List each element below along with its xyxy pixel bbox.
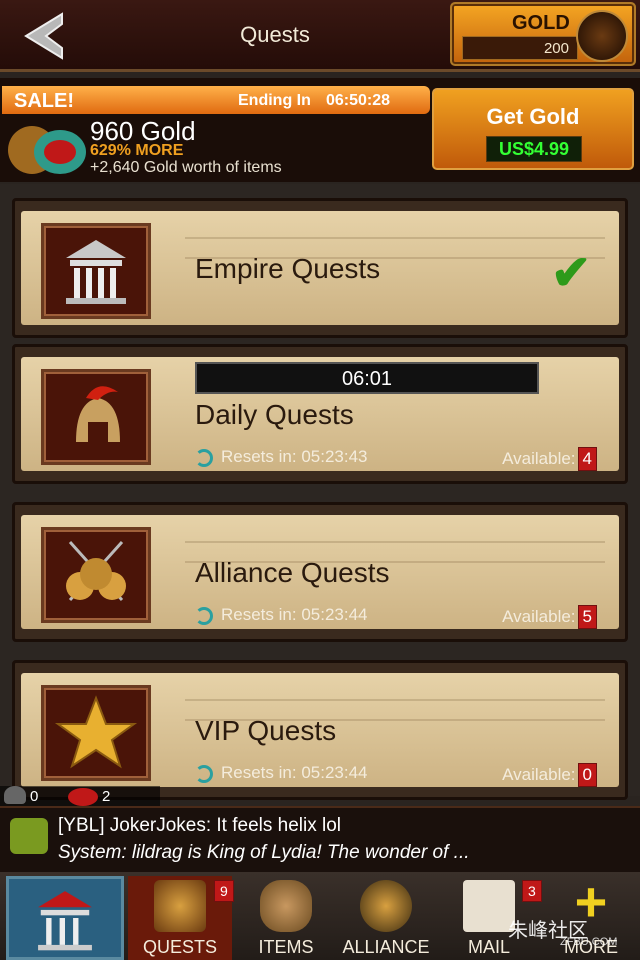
quest-title: Alliance Quests [195,557,390,588]
available-info: Available: 0 [502,763,597,787]
nav-label: ALLIANCE [342,937,430,957]
get-gold-button[interactable]: Get Gold US$4.99 [432,88,634,170]
resets-info: Resets in: 05:23:43 [195,447,368,467]
quest-timer: 06:01 [195,362,539,394]
users-icon [4,786,26,804]
get-gold-label: Get Gold [486,104,580,129]
watermark-sub: ZFBU.COM [560,936,618,948]
resets-time: 05:23:43 [301,447,368,466]
price-label: US$4.99 [486,136,582,162]
gold-treasure-icon [8,126,86,174]
spartan-helmet-quest-icon [41,369,151,465]
resets-info: Resets in: 05:23:44 [195,605,368,625]
nav-quests[interactable]: 9 QUESTS [128,876,234,960]
vip-star-icon [41,685,151,781]
chat-icon[interactable] [10,818,48,854]
alliance-shields-icon [41,527,151,623]
quest-title: Empire Quests [195,253,381,284]
spartan-helmet-icon [576,10,628,62]
resets-label: Resets in: [221,605,297,624]
resets-info: Resets in: 05:23:44 [195,763,368,783]
gold-balance-button[interactable]: GOLD 200 [450,2,636,66]
resets-label: Resets in: [221,447,297,466]
nav-alliance[interactable]: ALLIANCE [336,876,436,960]
daily-quests-card[interactable]: 06:01 Daily Quests Resets in: 05:23:43 A… [12,344,628,484]
alliance-quests-card[interactable]: Alliance Quests Resets in: 05:23:44 Avai… [12,502,628,642]
nav-items[interactable]: ITEMS [236,876,336,960]
gold-balance: 200 [462,36,578,60]
available-label: Available: [502,449,576,468]
available-info: Available: 4 [502,447,597,471]
temple-icon [41,223,151,319]
gold-label: GOLD [512,12,570,34]
empire-quests-card[interactable]: Empire Quests ✔ [12,198,628,338]
sale-tag: SALE! [14,90,74,112]
quest-title: Daily Quests [195,399,354,430]
refresh-icon [195,606,213,625]
temple-nav-icon [38,891,92,951]
bag-icon [260,880,312,932]
message-bubble-icon [68,788,98,806]
chat-line: [YBL] JokerJokes: It feels helix lol [58,815,342,836]
ending-time: 06:50:28 [326,92,391,109]
helmet-nav-icon [154,880,206,932]
available-count: 0 [577,763,597,787]
mail-badge: 3 [522,880,542,902]
messages-count: 2 [102,788,111,805]
available-info: Available: 5 [502,605,597,629]
quest-list: Empire Quests ✔ 06:01 Daily Quests Reset… [0,184,640,800]
ending-label: Ending In [238,92,311,109]
resets-label: Resets in: [221,763,297,782]
users-count: 0 [30,788,39,805]
refresh-icon [195,764,213,783]
available-count: 5 [577,605,597,629]
available-label: Available: [502,607,576,626]
sale-bonus: 629% MORE [90,142,184,159]
available-label: Available: [502,765,576,784]
available-count: 4 [577,447,597,471]
chat-system-line: System: lildrag is King of Lydia! The wo… [58,842,470,863]
resets-time: 05:23:44 [301,763,368,782]
alliance-icon [360,880,412,932]
nav-label: QUESTS [142,937,217,957]
resets-time: 05:23:44 [301,605,368,624]
nav-label: ITEMS [258,937,314,957]
nav-home[interactable] [6,876,124,960]
checkmark-icon: ✔ [551,247,592,300]
quests-badge: 9 [214,880,234,902]
sale-worth: +2,640 Gold worth of items [90,159,282,176]
refresh-icon [195,448,213,467]
vip-quests-card[interactable]: VIP Quests Resets in: 05:23:44 Available… [12,660,628,800]
quest-title: VIP Quests [195,715,337,746]
